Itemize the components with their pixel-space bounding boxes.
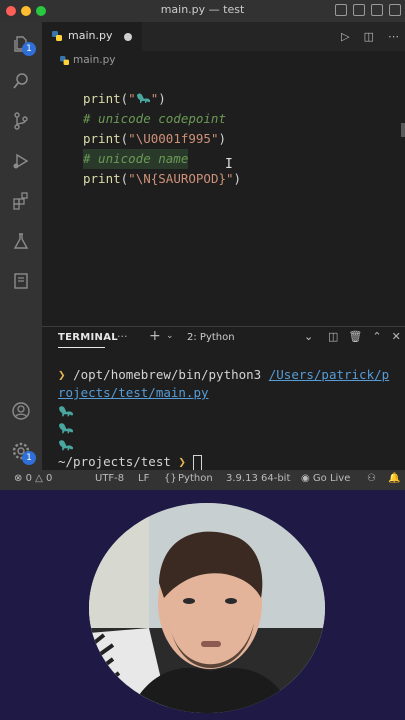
code-line-prefix-quote: " xyxy=(128,91,136,106)
source-control-icon[interactable] xyxy=(11,111,31,131)
maximize-panel-icon[interactable]: ⌃ xyxy=(372,330,381,343)
terminal-output[interactable]: ❯ /opt/homebrew/bin/python3 /Users/patri… xyxy=(42,350,405,471)
code-line[interactable]: print("\U0001f995") xyxy=(83,129,226,149)
split-editor-icon[interactable]: ◫ xyxy=(364,30,374,43)
customize-layout-icon[interactable] xyxy=(389,4,401,16)
interpreter-status[interactable]: 3.9.13 64-bit xyxy=(226,473,290,484)
vscode-window: main.py — test 1 1 main.py ▷ ◫ ⋯ main.py… xyxy=(0,0,405,490)
editor-tab-bar: main.py ▷ ◫ ⋯ xyxy=(42,22,405,51)
chevron-down-icon[interactable]: ⌄ xyxy=(166,331,174,341)
account-icon[interactable] xyxy=(11,401,31,421)
extensions-icon[interactable] xyxy=(11,191,31,211)
terminal-command-line: ❯ /opt/homebrew/bin/python3 /Users/patri… xyxy=(58,367,390,382)
feedback-icon[interactable]: ⚇ xyxy=(367,473,376,484)
toggle-secondary-sidebar-icon[interactable] xyxy=(371,4,383,16)
presenter-image xyxy=(89,503,325,713)
breadcrumb-file[interactable]: main.py xyxy=(73,54,115,66)
more-actions-icon[interactable]: ⋯ xyxy=(388,30,399,43)
run-file-icon[interactable]: ▷ xyxy=(341,30,349,43)
active-tab-indicator xyxy=(58,347,105,348)
close-panel-icon[interactable]: ✕ xyxy=(392,330,401,343)
terminal-prompt: ~/projects/test ❯ xyxy=(58,453,203,471)
python-icon: {} xyxy=(164,473,177,484)
tab-label: main.py xyxy=(68,29,113,42)
code-comment[interactable]: # unicode name xyxy=(83,149,189,169)
search-icon[interactable] xyxy=(11,71,31,91)
code-string: \N{SAUROPOD} xyxy=(135,171,227,186)
testing-icon[interactable] xyxy=(11,231,31,251)
sauropod-emoji-icon xyxy=(136,93,150,103)
sauropod-emoji-icon xyxy=(59,423,73,434)
webcam-overlay xyxy=(89,503,325,713)
trash-icon[interactable]: 🗑 xyxy=(348,330,362,343)
terminal-cursor xyxy=(193,454,203,471)
chevron-down-icon[interactable]: ⌄ xyxy=(304,330,313,343)
panel-more-button[interactable]: ··· xyxy=(117,330,128,343)
code-string: \U0001f995 xyxy=(135,131,211,146)
scrollbar-marker[interactable] xyxy=(401,123,405,137)
eol-status[interactable]: LF xyxy=(138,473,149,484)
unsaved-dot-icon[interactable] xyxy=(124,33,132,41)
status-bar: ⊗ 0 △ 0 UTF-8 LF {} Python 3.9.13 64-bit… xyxy=(0,470,405,490)
code-comment[interactable]: # unicode codepoint xyxy=(83,109,226,129)
encoding-status[interactable]: UTF-8 xyxy=(95,473,124,484)
language-status[interactable]: Python xyxy=(178,473,213,484)
panel-header: TERMINAL ··· + ⌄ 2: Python ⌄ ◫ 🗑 ⌃ ✕ xyxy=(42,326,405,349)
settings-badge: 1 xyxy=(22,451,36,465)
explorer-badge: 1 xyxy=(22,42,36,56)
activity-bar: 1 1 xyxy=(0,22,42,470)
code-line[interactable]: print(" ") xyxy=(83,89,166,109)
remote-explorer-icon[interactable] xyxy=(11,271,31,291)
split-terminal-icon[interactable]: ◫ xyxy=(328,330,338,343)
problems-status[interactable]: ⊗ 0 △ 0 xyxy=(14,473,52,484)
go-live-button[interactable]: ◉ Go Live xyxy=(301,473,350,484)
tab-main-py[interactable]: main.py xyxy=(42,22,142,51)
terminal-command-wrap: rojects/test/main.py xyxy=(58,385,209,400)
run-debug-icon[interactable] xyxy=(11,151,31,171)
toggle-sidebar-icon[interactable] xyxy=(335,4,347,16)
breadcrumb: main.py xyxy=(42,51,405,71)
python-file-icon xyxy=(52,31,62,41)
bell-icon[interactable]: 🔔 xyxy=(388,473,400,484)
text-cursor-icon: I xyxy=(225,157,233,172)
tab-terminal[interactable]: TERMINAL xyxy=(58,332,118,343)
code-line[interactable]: print("\N{SAUROPOD}") xyxy=(83,169,241,189)
sauropod-emoji-icon xyxy=(59,406,73,417)
python-file-icon xyxy=(60,56,69,65)
sauropod-emoji-icon xyxy=(59,440,73,451)
title-bar: main.py — test xyxy=(0,0,405,22)
new-terminal-button[interactable]: + xyxy=(149,328,161,344)
terminal-select[interactable]: 2: Python xyxy=(187,332,235,343)
toggle-panel-icon[interactable] xyxy=(353,4,365,16)
code-editor[interactable]: print(" ") # unicode codepoint print("\U0… xyxy=(42,71,405,326)
